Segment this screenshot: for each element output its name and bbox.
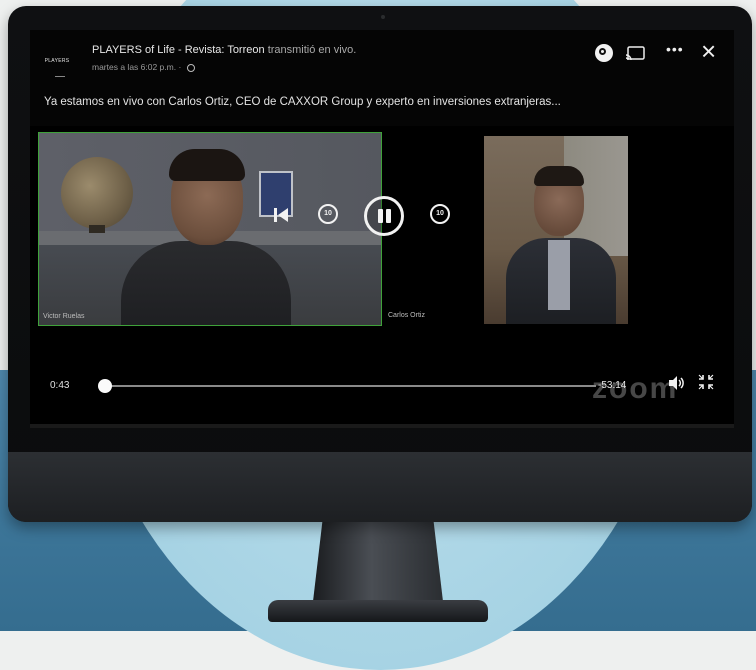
seek-bar[interactable] — [100, 385, 596, 387]
participant-body — [121, 241, 291, 325]
page-logo[interactable]: PLAYERS — [40, 48, 74, 74]
participant-name-carlos: Carlos Ortiz — [388, 312, 425, 319]
desk-globe — [61, 157, 133, 229]
participant-hair — [169, 149, 245, 181]
participant-tile-carlos — [484, 136, 628, 324]
author-link[interactable]: PLAYERS of Life - Revista: Torreon — [92, 44, 265, 56]
screen: PLAYERS PLAYERS of Life - Revista: Torre… — [30, 30, 734, 428]
video-player[interactable]: Victor Ruelas Carlos Ortiz 10 10 zoom 0:… — [30, 126, 734, 428]
participant-hair — [534, 166, 584, 186]
post-header: PLAYERS PLAYERS of Life - Revista: Torre… — [30, 30, 734, 88]
post-timestamp[interactable]: martes a las 6:02 p.m. · — [92, 62, 181, 72]
volume-icon[interactable] — [668, 375, 684, 391]
forward-10-icon[interactable]: 10 — [430, 204, 450, 224]
current-time: 0:43 — [50, 380, 70, 391]
camera-dot — [381, 15, 385, 19]
monitor-chin — [8, 452, 752, 522]
post-text: Ya estamos en vivo con Carlos Ortiz, CEO… — [44, 96, 561, 108]
rewind-10-icon[interactable]: 10 — [318, 204, 338, 224]
monitor-stand-neck — [312, 520, 444, 610]
monitor-stand-base — [268, 600, 488, 622]
post-meta: martes a las 6:02 p.m. · — [92, 62, 195, 72]
globe-stand — [89, 225, 105, 233]
participant-name-victor: Victor Ruelas — [43, 313, 85, 320]
remaining-time: -53:14 — [598, 380, 627, 391]
participant-shirt — [548, 240, 570, 310]
post-title: PLAYERS of Life - Revista: Torreon trans… — [92, 44, 356, 56]
logo-underline — [55, 76, 65, 77]
globe-icon — [186, 64, 195, 72]
pause-button[interactable] — [364, 196, 404, 236]
close-icon[interactable]: × — [701, 38, 716, 64]
participant-tile-victor: Victor Ruelas — [38, 132, 382, 326]
messenger-icon[interactable] — [595, 44, 613, 62]
seek-thumb[interactable] — [98, 379, 112, 393]
skip-previous-icon[interactable] — [272, 206, 290, 224]
screen-bottom-edge — [30, 424, 734, 428]
exit-fullscreen-icon[interactable] — [698, 374, 714, 390]
post-verb: transmitió en vivo. — [267, 44, 357, 56]
more-icon[interactable]: ••• — [666, 41, 684, 57]
cast-icon[interactable] — [625, 46, 645, 61]
